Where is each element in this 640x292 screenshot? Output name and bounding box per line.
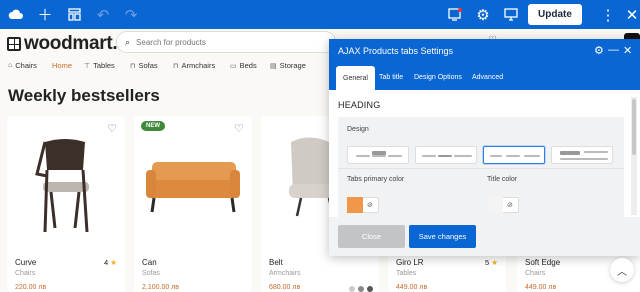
nav-item-tables[interactable]: ⊤ Tables [84, 61, 115, 70]
product-rating: 4 ★ [104, 258, 117, 267]
tabs-primary-color-picker[interactable]: ⊘ [347, 197, 379, 213]
gear-icon[interactable]: ⚙ [594, 44, 604, 57]
design-option-3[interactable] [483, 146, 545, 164]
product-name[interactable]: Curve [15, 258, 36, 267]
search-input[interactable] [136, 37, 317, 47]
tab-design-options[interactable]: Design Options [407, 65, 469, 90]
product-category[interactable]: Chairs [15, 270, 35, 277]
design-option-4[interactable] [551, 146, 613, 164]
chevron-up-icon: ︿ [617, 266, 627, 278]
sofa-icon: ⊓ [130, 62, 136, 70]
gear-icon[interactable]: ⚙ [471, 0, 495, 29]
product-price: 680.00 лв [269, 284, 301, 291]
more-icon[interactable]: ⋮ [596, 0, 620, 29]
color-swatch [487, 197, 503, 213]
layout-icon[interactable] [62, 0, 86, 29]
product-price: 449.00 лв [396, 284, 428, 291]
product-image [35, 139, 89, 232]
panel-tabs: General Tab title Design Options Advance… [329, 65, 640, 91]
product-rating: 5 ★ [485, 258, 498, 267]
product-price: 220.00 лв [15, 284, 47, 291]
divider [338, 168, 624, 169]
color-swatch [347, 197, 363, 213]
save-changes-button[interactable]: Save changes [409, 225, 476, 248]
eyedropper-icon: ⊘ [507, 202, 513, 209]
product-card[interactable]: ♡ Curve 4 ★ Chairs 220.00 лв [7, 116, 125, 292]
design-label: Design [347, 126, 369, 133]
star-icon: ★ [110, 258, 117, 267]
product-image [146, 162, 240, 213]
design-option-1[interactable] [347, 146, 409, 164]
tab-advanced[interactable]: Advanced [465, 65, 510, 90]
star-icon: ★ [491, 258, 498, 267]
plus-icon[interactable]: ＋ [33, 0, 57, 29]
search-bar[interactable]: ⌕ [116, 31, 336, 53]
logo-text: woodmart. [24, 33, 118, 54]
chair-icon: ⌂ [8, 62, 13, 69]
product-price: 2,100.00 лв [142, 284, 179, 291]
close-icon[interactable]: ✕ [623, 44, 632, 57]
nav-item-sofas[interactable]: ⊓ Sofas [130, 61, 158, 70]
screen-icon[interactable] [499, 0, 523, 29]
nav-item-armchairs[interactable]: ⊓ Armchairs [173, 61, 215, 70]
nav-item-beds[interactable]: ▭ Beds [230, 61, 257, 70]
swatch[interactable] [367, 286, 373, 292]
title-color-label: Title color [487, 176, 518, 183]
scroll-thumb[interactable] [632, 99, 636, 155]
panel-footer: Close Save changes [329, 217, 640, 256]
editor-screen: ＋ ↶ ↷ ⚙ Update ⋮ ✕ woodmart. ⌕ ♡ ⌂Chairs… [0, 0, 640, 292]
color-swatches [349, 286, 373, 292]
product-category[interactable]: Armchairs [269, 270, 301, 277]
product-category[interactable]: Tables [396, 270, 416, 277]
storage-icon: ▤ [270, 62, 277, 70]
panel-body: HEADING Design Tabs primary color ⊘ Titl… [329, 90, 640, 217]
design-option-2[interactable] [415, 146, 477, 164]
tab-general[interactable]: General [336, 66, 375, 91]
product-name[interactable]: Giro LR [396, 258, 424, 267]
close-icon[interactable]: ✕ [620, 0, 640, 29]
minimize-icon[interactable]: — [608, 44, 619, 56]
eyedropper-icon: ⊘ [367, 202, 373, 209]
cloud-icon[interactable] [4, 0, 28, 29]
logo-icon [7, 37, 21, 51]
product-name[interactable]: Can [142, 258, 157, 267]
panel-scrollbar[interactable] [631, 97, 637, 215]
new-badge: NEW [141, 121, 165, 131]
update-button[interactable]: Update [528, 4, 582, 25]
scroll-to-top-button[interactable]: ︿ [610, 258, 634, 282]
table-icon: ⊤ [84, 62, 91, 70]
section-heading: Weekly bestsellers [8, 86, 160, 105]
site-logo[interactable]: woodmart. [7, 33, 118, 55]
section-title: HEADING [338, 100, 381, 110]
search-icon: ⌕ [125, 36, 131, 47]
tabs-primary-color-label: Tabs primary color [347, 176, 405, 183]
product-price: 449.00 лв [525, 284, 557, 291]
close-button[interactable]: Close [338, 225, 405, 248]
product-name[interactable]: Belt [269, 258, 283, 267]
armchair-icon: ⊓ [173, 62, 179, 70]
panel-header[interactable]: AJAX Products tabs Settings ⚙ — ✕ [329, 39, 640, 65]
nav-item-chairs[interactable]: ⌂ Chairs [8, 61, 37, 70]
product-category[interactable]: Chairs [525, 270, 545, 277]
nav-item-storage[interactable]: ▤ Storage [270, 61, 306, 70]
panel-title: AJAX Products tabs Settings [338, 46, 454, 56]
settings-group: Design Tabs primary color ⊘ Title color … [338, 117, 624, 217]
swatch[interactable] [358, 286, 364, 292]
swatch[interactable] [349, 286, 355, 292]
nav-item-home[interactable]: Home [52, 61, 72, 70]
product-card[interactable]: NEW ♡ Can Sofas 2,100.00 лв [134, 116, 252, 292]
tab-tab-title[interactable]: Tab title [372, 65, 410, 90]
notification-icon[interactable] [443, 0, 467, 29]
bed-icon: ▭ [230, 62, 237, 70]
product-name[interactable]: Soft Edge [525, 258, 560, 267]
editor-toolbar: ＋ ↶ ↷ ⚙ Update ⋮ ✕ [0, 0, 640, 29]
product-category[interactable]: Sofas [142, 270, 160, 277]
redo-icon[interactable]: ↷ [119, 0, 143, 29]
undo-icon[interactable]: ↶ [91, 0, 115, 29]
title-color-picker[interactable]: ⊘ [487, 197, 519, 213]
settings-panel: AJAX Products tabs Settings ⚙ — ✕ Genera… [329, 39, 640, 256]
